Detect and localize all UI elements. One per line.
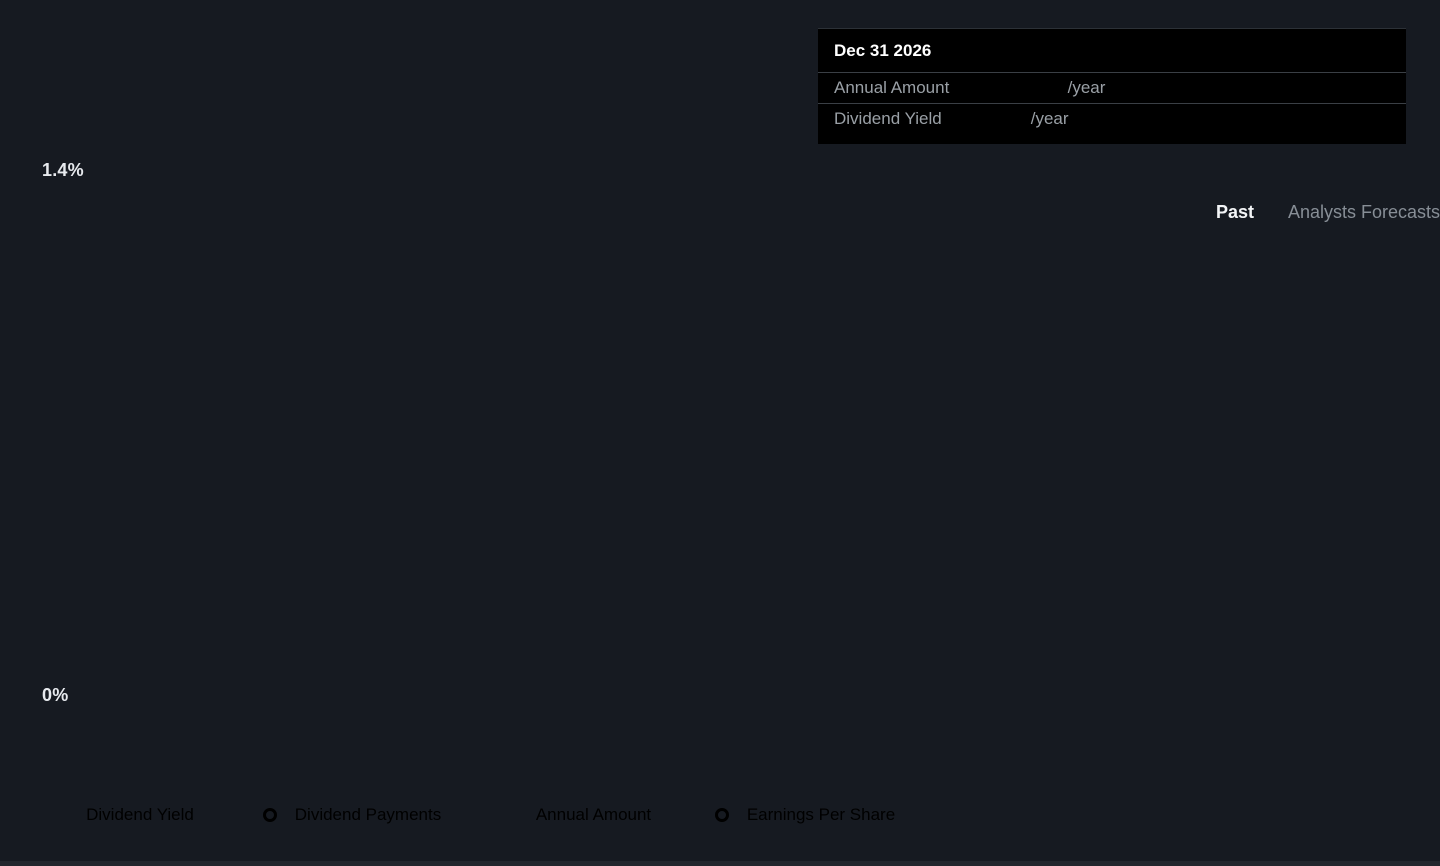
chart-legend: Dividend Yield Dividend Payments Annual … xyxy=(27,785,923,844)
legend-toggle-dividend-payments[interactable]: Dividend Payments xyxy=(235,785,469,844)
legend-toggle-dividend-yield[interactable]: Dividend Yield xyxy=(27,785,222,844)
y-axis-max-label: 1.4% xyxy=(42,160,84,181)
legend-toggle-earnings-per-share[interactable]: Earnings Per Share xyxy=(687,785,923,844)
past-region-label: Past xyxy=(1216,202,1254,223)
tooltip-value-annual-amount: US$1.170 xyxy=(992,78,1068,98)
legend-label: Annual Amount xyxy=(536,805,651,825)
legend-label: Earnings Per Share xyxy=(747,805,895,825)
tooltip-suffix: /year xyxy=(1031,109,1069,129)
analysts-forecast-region-label: Analysts Forecasts xyxy=(1288,202,1440,223)
bottom-section-edge xyxy=(0,861,1440,866)
legend-label: Dividend Payments xyxy=(295,805,441,825)
tooltip-date: Dec 31 2026 xyxy=(818,29,1406,72)
dividend-chart-screen: 1.4% 0% Past Analysts Forecasts Dec 31 2… xyxy=(0,0,1440,866)
tooltip-row-dividend-yield: Dividend Yield 1.2% /year xyxy=(818,103,1406,134)
tooltip-label: Dividend Yield xyxy=(834,109,992,129)
x-axis xyxy=(0,727,1440,757)
legend-toggle-annual-amount[interactable]: Annual Amount xyxy=(482,785,674,844)
chart-tooltip: Dec 31 2026 Annual Amount US$1.170 /year… xyxy=(818,28,1406,144)
tooltip-value-dividend-yield: 1.2% xyxy=(992,109,1031,129)
y-axis-min-label: 0% xyxy=(42,685,68,706)
tooltip-padding xyxy=(818,134,1406,144)
tooltip-label: Annual Amount xyxy=(834,78,992,98)
annual-amount-dot-icon xyxy=(505,808,518,821)
legend-label: Dividend Yield xyxy=(86,805,194,825)
dividend-yield-dot-icon xyxy=(55,808,68,821)
tooltip-row-annual-amount: Annual Amount US$1.170 /year xyxy=(818,72,1406,103)
tooltip-suffix: /year xyxy=(1068,78,1106,98)
dividend-payments-ring-icon xyxy=(263,808,277,822)
earnings-per-share-ring-icon xyxy=(715,808,729,822)
